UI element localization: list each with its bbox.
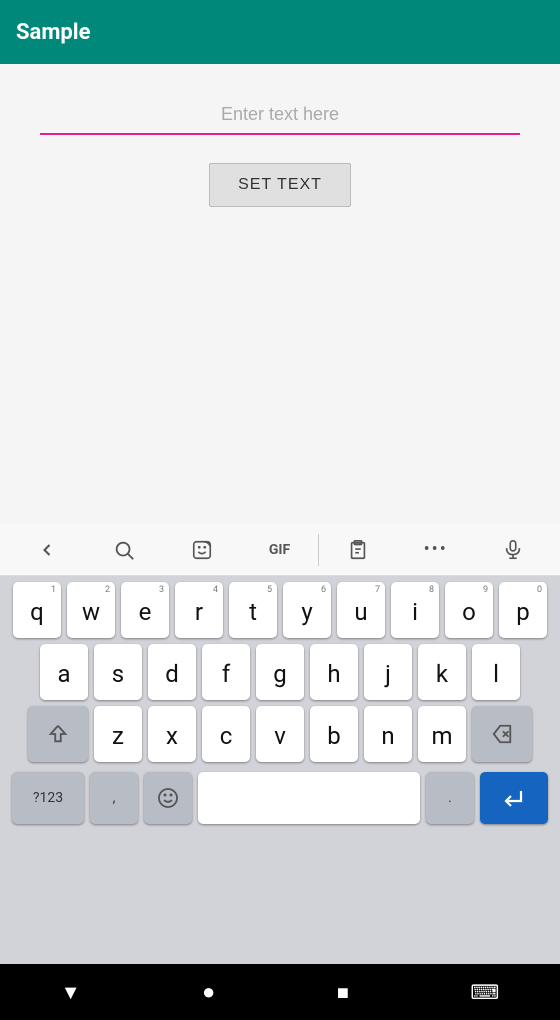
key-o[interactable]: 9o: [445, 582, 493, 638]
app-bar: Sample: [0, 0, 560, 64]
content-area: SET TEXT: [0, 64, 560, 524]
key-b[interactable]: b: [310, 706, 358, 762]
keyboard-toolbar: GIF •••: [0, 524, 560, 576]
key-row-1: 1q 2w 3e 4r 5t 6y 7u 8i 9o 0p: [4, 582, 556, 638]
num-sym-key[interactable]: ?123: [12, 772, 84, 824]
toolbar-search-button[interactable]: [86, 524, 164, 575]
enter-key[interactable]: [480, 772, 548, 824]
key-row-3: z x c v b n m: [4, 706, 556, 762]
nav-home-button[interactable]: ●: [202, 979, 215, 1005]
toolbar-back-button[interactable]: [8, 524, 86, 575]
key-r[interactable]: 4r: [175, 582, 223, 638]
space-key[interactable]: [198, 772, 420, 824]
key-y[interactable]: 6y: [283, 582, 331, 638]
key-u[interactable]: 7u: [337, 582, 385, 638]
key-x[interactable]: x: [148, 706, 196, 762]
toolbar-sticker-button[interactable]: [163, 524, 241, 575]
key-a[interactable]: a: [40, 644, 88, 700]
key-v[interactable]: v: [256, 706, 304, 762]
key-t[interactable]: 5t: [229, 582, 277, 638]
toolbar-more-button[interactable]: •••: [397, 524, 475, 575]
period-key[interactable]: .: [426, 772, 474, 824]
backspace-key[interactable]: [472, 706, 532, 762]
key-p[interactable]: 0p: [499, 582, 547, 638]
emoji-key[interactable]: [144, 772, 192, 824]
key-g[interactable]: g: [256, 644, 304, 700]
toolbar-gif-button[interactable]: GIF: [241, 524, 319, 575]
bottom-action-row: ?123 , .: [4, 768, 556, 828]
key-j[interactable]: j: [364, 644, 412, 700]
key-d[interactable]: d: [148, 644, 196, 700]
nav-bar: ▼ ● ■ ⌨: [0, 964, 560, 1020]
key-row-2: a s d f g h j k l: [4, 644, 556, 700]
key-q[interactable]: 1q: [13, 582, 61, 638]
shift-key[interactable]: [28, 706, 88, 762]
keyboard-area: GIF ••• 1q 2w 3e 4r: [0, 524, 560, 964]
key-k[interactable]: k: [418, 644, 466, 700]
set-text-button[interactable]: SET TEXT: [209, 163, 351, 207]
text-input[interactable]: [40, 96, 520, 135]
nav-keyboard-button[interactable]: ⌨: [470, 980, 499, 1004]
comma-key[interactable]: ,: [90, 772, 138, 824]
key-n[interactable]: n: [364, 706, 412, 762]
key-s[interactable]: s: [94, 644, 142, 700]
key-l[interactable]: l: [472, 644, 520, 700]
key-i[interactable]: 8i: [391, 582, 439, 638]
keyboard-keys: 1q 2w 3e 4r 5t 6y 7u 8i 9o 0p a s d f g …: [0, 576, 560, 964]
key-f[interactable]: f: [202, 644, 250, 700]
key-e[interactable]: 3e: [121, 582, 169, 638]
key-m[interactable]: m: [418, 706, 466, 762]
nav-back-button[interactable]: ▼: [61, 980, 81, 1005]
text-input-wrapper: [40, 96, 520, 135]
key-z[interactable]: z: [94, 706, 142, 762]
app-title: Sample: [16, 20, 90, 45]
key-c[interactable]: c: [202, 706, 250, 762]
toolbar-clipboard-button[interactable]: [319, 524, 397, 575]
nav-recents-button[interactable]: ■: [337, 980, 349, 1005]
key-h[interactable]: h: [310, 644, 358, 700]
key-w[interactable]: 2w: [67, 582, 115, 638]
toolbar-mic-button[interactable]: [474, 524, 552, 575]
